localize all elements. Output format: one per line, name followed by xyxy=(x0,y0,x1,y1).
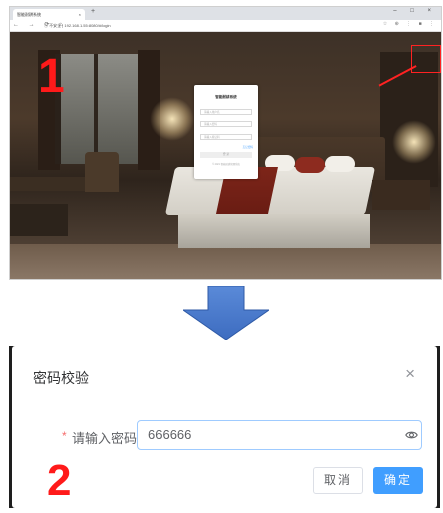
login-button[interactable]: 登 录 xyxy=(200,152,252,158)
login-card: 智能耐耕系统 请输入用户名 请输入密码 请输入验证码 忘记密码 登 录 © 20… xyxy=(194,85,258,179)
browser-tab-title: 智能耐耕系统 xyxy=(17,12,41,17)
browser-screenshot: 智能耐耕系统 × + – □ × ← → ⟳ ⌂ ① 不安全 | 192.168… xyxy=(9,6,442,280)
cancel-button[interactable]: 取消 xyxy=(313,467,363,494)
forgot-password-link[interactable]: 忘记密码 xyxy=(243,145,253,149)
login-title: 智能耐耕系统 xyxy=(215,95,237,99)
bed-front xyxy=(178,214,370,248)
step-marker-1: 1 xyxy=(38,50,65,103)
bench xyxy=(10,204,68,236)
address-bar: ← → ⟳ ⌂ ① 不安全 | 192.168.1.55:8080/#/logi… xyxy=(10,20,441,32)
login-footer: © 2021 智能耐耕管理系统 xyxy=(212,163,240,166)
room-window xyxy=(55,54,145,164)
step-marker-2: 2 xyxy=(47,456,72,505)
arrow-down-icon xyxy=(183,286,269,340)
hotel-room-background: 智能耐耕系统 请输入用户名 请输入密码 请输入验证码 忘记密码 登 录 © 20… xyxy=(10,32,441,279)
url-field[interactable]: ① 不安全 | 192.168.1.55:8080/#/login xyxy=(44,23,111,29)
dialog-title: 密码校验 xyxy=(33,370,89,386)
eye-icon[interactable] xyxy=(405,430,418,440)
dialog-screenshot: 密码校验 × * 请输入密码: 666666 2 取消 确定 xyxy=(9,346,440,508)
pillow-red xyxy=(295,157,325,173)
password-input[interactable]: 666666 xyxy=(137,420,422,450)
password-field[interactable]: 请输入密码 xyxy=(200,121,252,127)
floor xyxy=(10,244,441,279)
chair xyxy=(85,152,119,192)
confirm-button[interactable]: 确定 xyxy=(373,467,423,494)
callout-box xyxy=(411,45,441,73)
extension-icons[interactable]: ☆ ⊕ ⋮ ■ ⋮ xyxy=(383,21,437,27)
username-field[interactable]: 请输入用户名 xyxy=(200,109,252,115)
browser-tab[interactable]: 智能耐耕系统 × xyxy=(13,9,85,20)
browser-tab-bar: 智能耐耕系统 × + – □ × xyxy=(10,7,441,20)
lamp-glow-left xyxy=(150,97,194,141)
desk xyxy=(10,177,90,191)
pillow xyxy=(325,156,355,172)
new-tab-icon[interactable]: + xyxy=(91,8,95,15)
close-icon[interactable]: × xyxy=(405,364,415,384)
required-mark: * xyxy=(62,429,67,443)
password-check-dialog: 密码校验 × * 请输入密码: 666666 2 取消 确定 xyxy=(12,346,437,508)
nightstand xyxy=(372,180,430,210)
password-label: 请输入密码: xyxy=(72,431,141,446)
tab-close-icon[interactable]: × xyxy=(79,9,81,20)
window-controls[interactable]: – □ × xyxy=(393,8,437,14)
captcha-field[interactable]: 请输入验证码 xyxy=(200,134,252,140)
lamp-glow-right xyxy=(392,120,436,164)
